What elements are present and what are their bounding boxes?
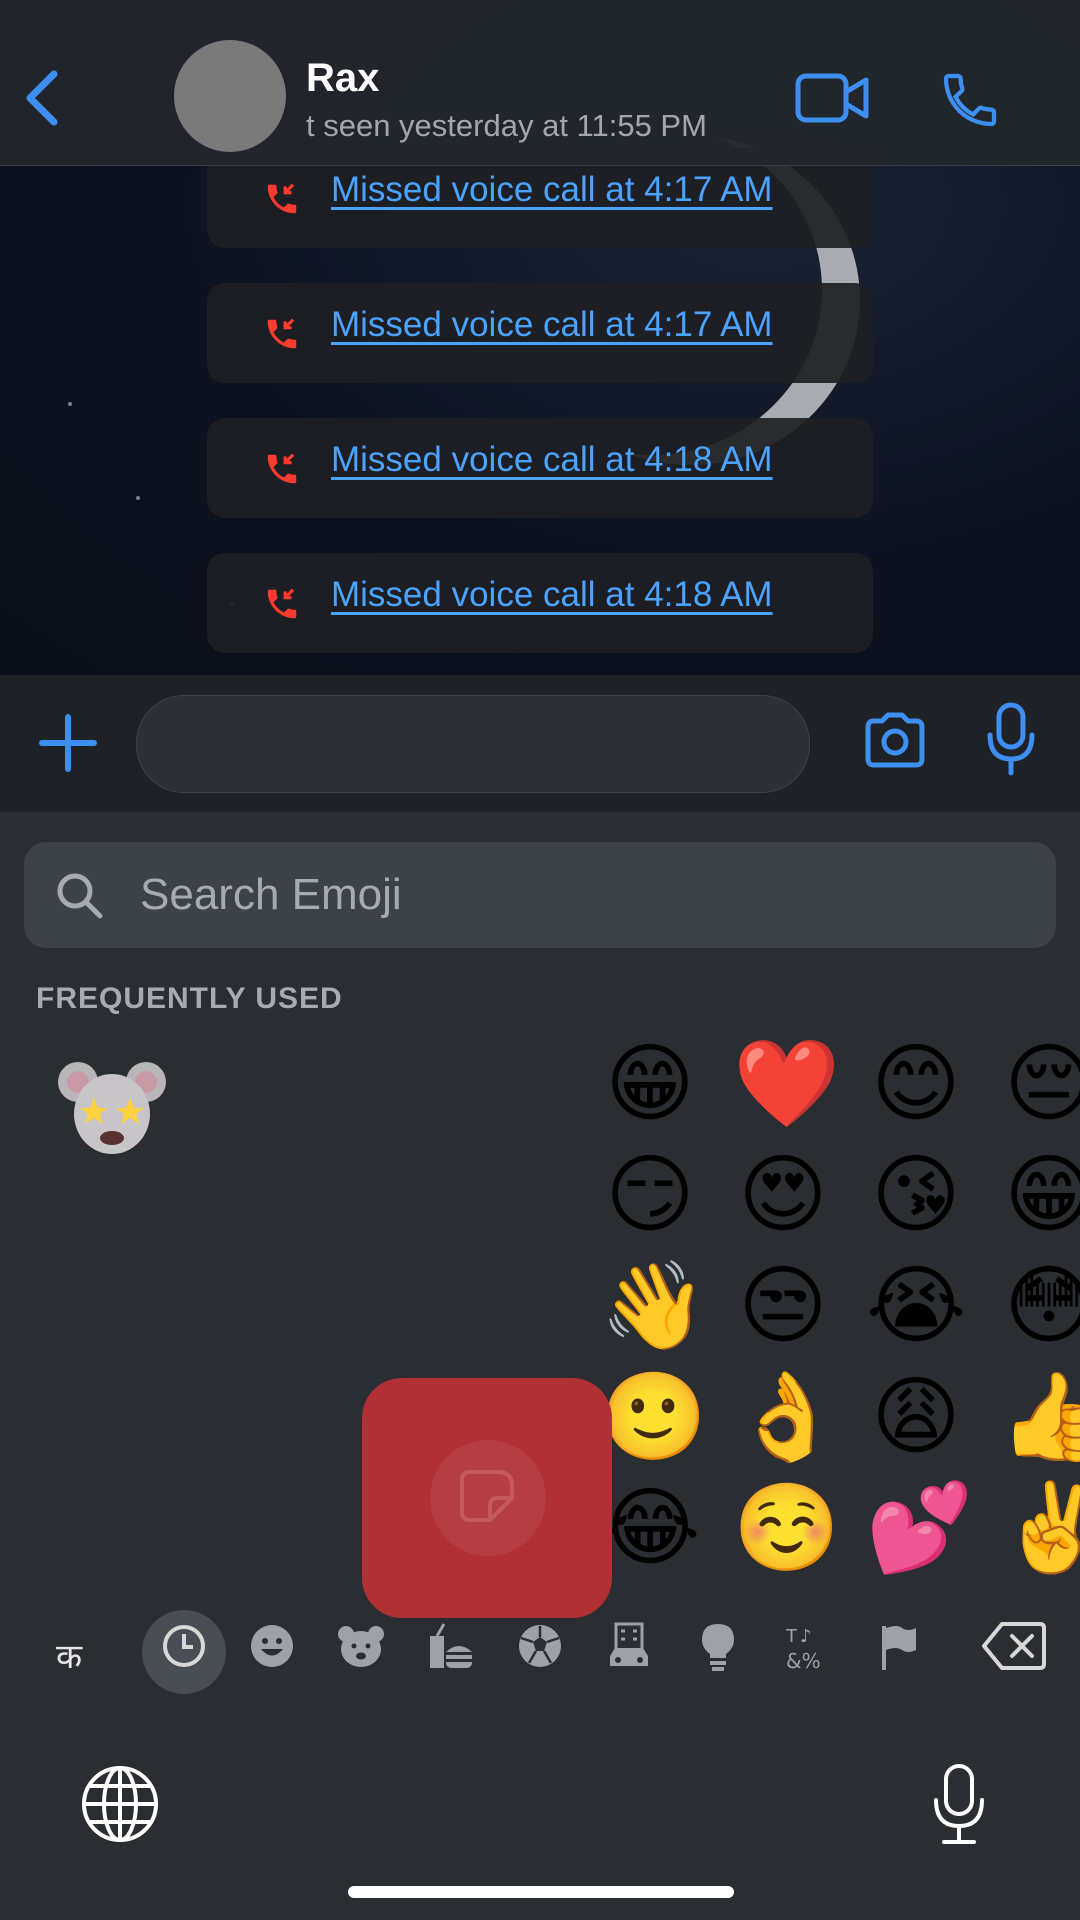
emoji-key[interactable]: 👍	[999, 1367, 1080, 1467]
avatar[interactable]	[174, 40, 286, 152]
missed-call-icon	[263, 315, 301, 358]
backspace-icon[interactable]	[982, 1620, 1048, 1677]
smileys-icon[interactable]	[248, 1622, 296, 1675]
missed-call-message[interactable]: Missed voice call at 4:18 AM	[207, 553, 873, 653]
emoji-key[interactable]: 🙂	[600, 1367, 707, 1467]
recent-icon[interactable]	[160, 1622, 208, 1675]
chat-header: Rax t seen yesterday at 11:55 PM	[0, 0, 1080, 166]
objects-icon[interactable]	[696, 1622, 740, 1677]
missed-call-text[interactable]: Missed voice call at 4:17 AM	[331, 305, 773, 345]
food-icon[interactable]	[426, 1622, 476, 1677]
camera-icon[interactable]	[862, 711, 928, 776]
section-title: FREQUENTLY USED	[36, 982, 343, 1015]
star-dot	[136, 496, 140, 500]
flags-icon[interactable]	[876, 1622, 920, 1677]
plus-icon[interactable]	[36, 711, 100, 780]
missed-call-icon	[263, 585, 301, 628]
search-icon	[54, 870, 106, 927]
emoji-key[interactable]: 💕	[866, 1478, 973, 1578]
message-input[interactable]	[136, 695, 810, 793]
contact-name[interactable]: Rax	[306, 56, 379, 101]
chevron-left-icon[interactable]	[22, 68, 62, 128]
emoji-key[interactable]: 👌	[733, 1367, 840, 1467]
emoji-key[interactable]: ❤️	[733, 1034, 840, 1134]
sticker-icon	[430, 1440, 546, 1556]
missed-call-message[interactable]: Missed voice call at 4:18 AM	[207, 418, 873, 518]
message-composer	[0, 675, 1080, 812]
symbols-icon[interactable]: T ♪ &%	[784, 1622, 834, 1677]
home-indicator	[348, 1886, 734, 1898]
emoji-key[interactable]: 😁	[600, 1034, 700, 1134]
emoji-key[interactable]: 😒	[733, 1256, 833, 1356]
emoji-category-bar: क T ♪ &%	[0, 1600, 1080, 1710]
emoji-key[interactable]: 😔	[999, 1034, 1080, 1134]
star-dot	[68, 402, 72, 406]
emoji-search-field[interactable]: Search Emoji	[24, 842, 1056, 948]
emoji-key[interactable]: 😘	[866, 1145, 966, 1245]
missed-call-text[interactable]: Missed voice call at 4:18 AM	[331, 575, 773, 615]
activity-icon[interactable]	[516, 1622, 564, 1675]
emoji-key[interactable]: 😏	[600, 1145, 700, 1245]
dictation-microphone-icon[interactable]	[930, 1762, 988, 1851]
sticker-drag-preview[interactable]	[362, 1378, 612, 1618]
animals-icon[interactable]	[336, 1622, 386, 1675]
emoji-key[interactable]: 👋	[600, 1256, 707, 1356]
travel-icon[interactable]	[604, 1622, 654, 1677]
microphone-icon[interactable]	[984, 701, 1038, 782]
emoji-key[interactable]: 😍	[733, 1145, 833, 1245]
svg-text:&%: &%	[786, 1649, 821, 1672]
video-camera-icon[interactable]	[794, 68, 870, 133]
emoji-key[interactable]: 😭	[866, 1256, 967, 1356]
phone-icon[interactable]	[938, 68, 1002, 137]
memoji-sticker[interactable]	[56, 1052, 168, 1164]
last-seen-status: t seen yesterday at 11:55 PM	[306, 108, 707, 143]
svg-text:♪: ♪	[800, 1626, 812, 1647]
emoji-key[interactable]: ✌️	[999, 1478, 1080, 1578]
missed-call-text[interactable]: Missed voice call at 4:17 AM	[331, 170, 773, 210]
emoji-key[interactable]: 😳	[999, 1256, 1080, 1356]
missed-call-icon	[263, 180, 301, 223]
missed-call-message[interactable]: Missed voice call at 4:17 AM	[207, 283, 873, 383]
emoji-keyboard: Search Emoji FREQUENTLY USED 😁 ❤️ 😊 😔 😏 😍 😘 😁 👋 😒…	[0, 812, 1080, 1920]
emoji-key[interactable]: 😩	[866, 1367, 966, 1467]
emoji-key[interactable]: ☺️	[733, 1478, 840, 1578]
search-placeholder: Search Emoji	[140, 870, 402, 919]
missed-call-text[interactable]: Missed voice call at 4:18 AM	[331, 440, 773, 480]
missed-call-icon	[263, 450, 301, 493]
emoji-key[interactable]: 😂	[600, 1478, 701, 1578]
emoji-key[interactable]: 😊	[866, 1034, 966, 1134]
language-key[interactable]: क	[56, 1632, 82, 1678]
globe-icon[interactable]	[80, 1764, 160, 1849]
emoji-key[interactable]: 😁	[999, 1145, 1080, 1245]
svg-text:T: T	[785, 1626, 798, 1647]
